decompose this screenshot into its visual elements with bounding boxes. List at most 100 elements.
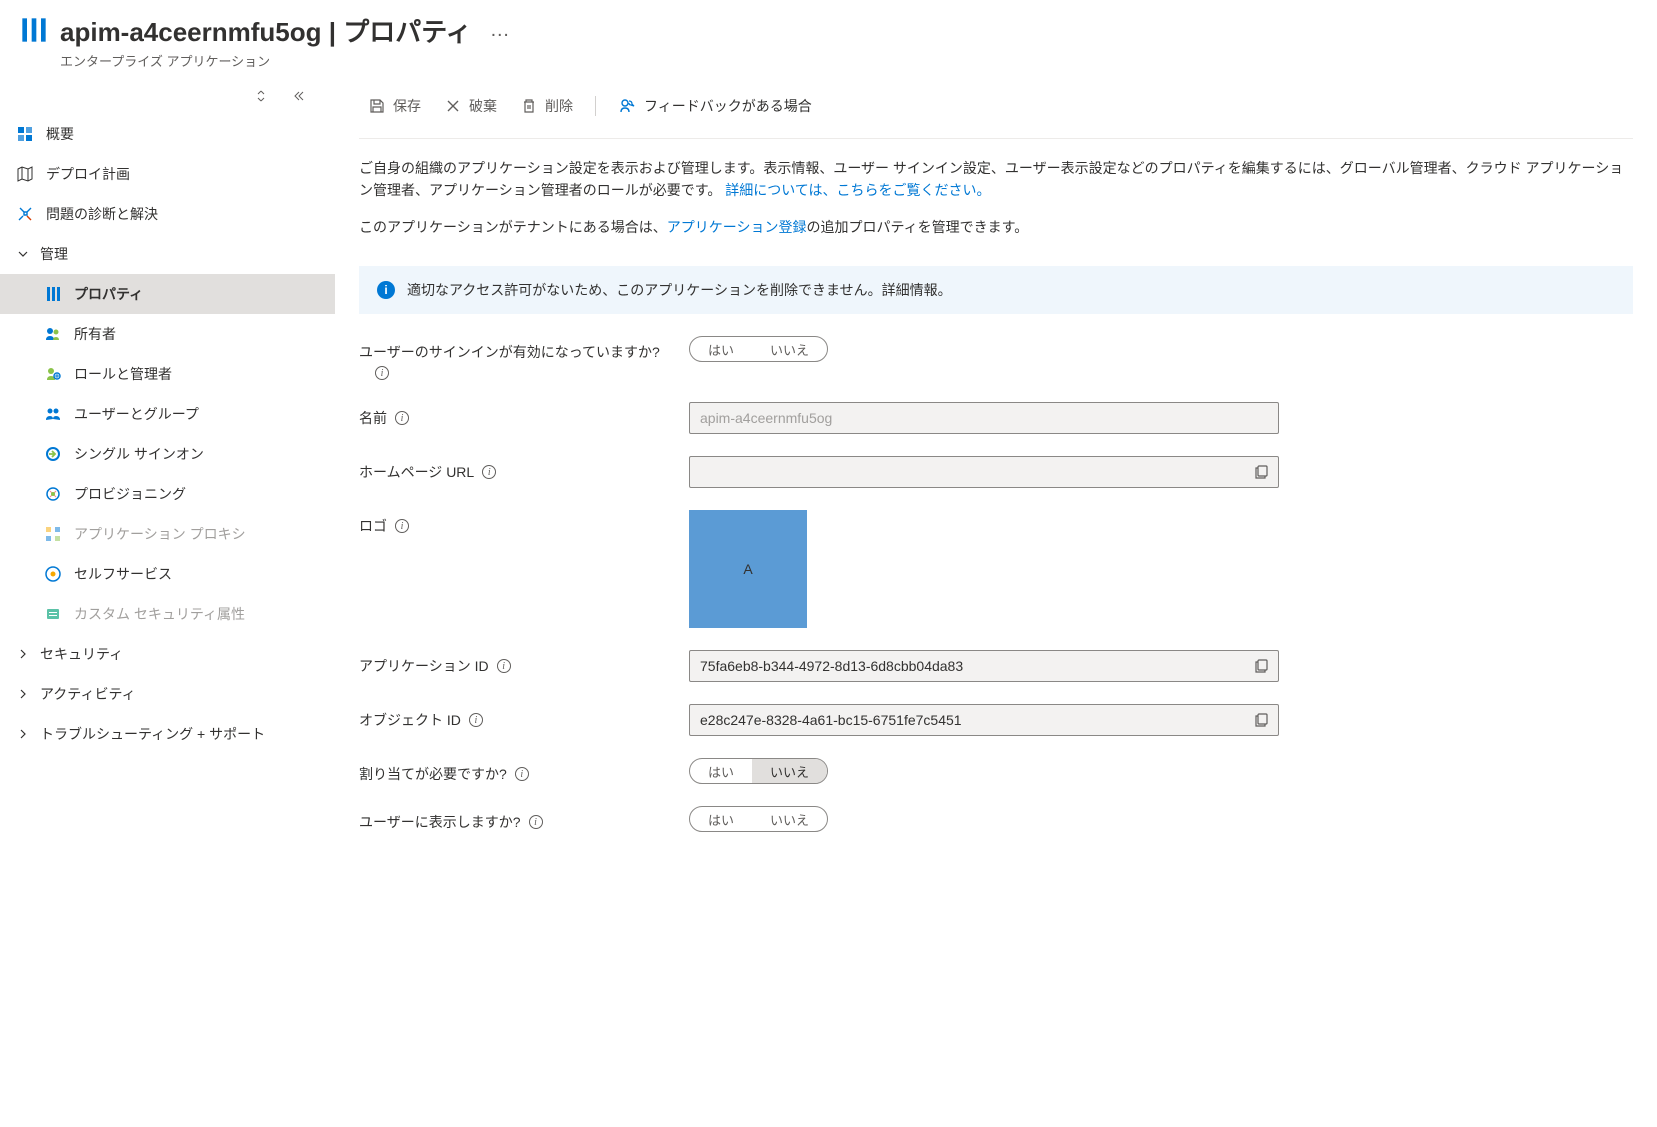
toggle-yes[interactable]: はい	[690, 807, 752, 831]
toolbar: 保存 破棄 削除	[359, 78, 1633, 139]
sidebar-item-label: デプロイ計画	[46, 164, 130, 184]
toggle-no[interactable]: いいえ	[752, 807, 827, 831]
description-text-2: このアプリケーションがテナントにある場合は、アプリケーション登録の追加プロパティ…	[359, 202, 1633, 238]
description-text: ご自身の組織のアプリケーション設定を表示および管理します。表示情報、ユーザー サ…	[359, 139, 1633, 202]
discard-button[interactable]: 破棄	[435, 90, 507, 122]
chevron-down-icon	[16, 249, 30, 259]
main-content: 保存 破棄 削除	[335, 78, 1657, 1127]
close-icon	[445, 98, 461, 114]
logo-preview[interactable]: A	[689, 510, 807, 628]
save-button[interactable]: 保存	[359, 90, 431, 122]
sidebar-item-label: ロールと管理者	[74, 364, 172, 384]
row-visible-to-users: ユーザーに表示しますか? i はい いいえ	[359, 806, 1633, 832]
trash-icon	[521, 98, 537, 114]
label-assignment: 割り当てが必要ですか?	[359, 764, 507, 784]
sidebar-item-label: セルフサービス	[74, 564, 172, 584]
label-homepage: ホームページ URL	[359, 462, 474, 482]
app-id-input[interactable]	[689, 650, 1279, 682]
sidebar-item-label: 概要	[46, 124, 74, 144]
roles-icon	[44, 365, 62, 383]
sidebar-item-sso[interactable]: シングル サインオン	[0, 434, 335, 474]
info-icon[interactable]: i	[395, 519, 409, 533]
provisioning-icon	[44, 485, 62, 503]
sidebar-group-label: トラブルシューティング + サポート	[40, 724, 265, 744]
more-actions-button[interactable]: …	[484, 19, 516, 42]
delete-button[interactable]: 削除	[511, 90, 583, 122]
signin-toggle: はい いいえ	[689, 336, 828, 362]
sidebar-item-users-groups[interactable]: ユーザーとグループ	[0, 394, 335, 434]
properties-icon	[44, 285, 62, 303]
app-proxy-icon	[44, 525, 62, 543]
sidebar-group-label: セキュリティ	[40, 644, 123, 664]
sidebar-group-activity[interactable]: アクティビティ	[0, 674, 335, 714]
row-app-id: アプリケーション ID i	[359, 650, 1633, 682]
sidebar-group-security[interactable]: セキュリティ	[0, 634, 335, 674]
sidebar-item-properties[interactable]: プロパティ	[0, 274, 335, 314]
sidebar-item-diagnose[interactable]: 問題の診断と解決	[0, 194, 335, 234]
copy-button[interactable]	[1249, 707, 1275, 733]
sidebar-group-label: 管理	[40, 244, 68, 264]
row-assignment-required: 割り当てが必要ですか? i はい いいえ	[359, 758, 1633, 784]
info-icon[interactable]: i	[515, 767, 529, 781]
page-title: apim-a4ceernmfu5og | プロパティ	[60, 12, 472, 49]
overview-icon	[16, 125, 34, 143]
homepage-input[interactable]	[689, 456, 1279, 488]
sidebar-group-manage[interactable]: 管理	[0, 234, 335, 274]
sort-icon[interactable]	[255, 90, 267, 102]
info-icon[interactable]: i	[375, 366, 389, 380]
toolbar-divider	[595, 96, 596, 116]
toggle-no[interactable]: いいえ	[752, 337, 827, 361]
sso-icon	[44, 445, 62, 463]
page-subtitle: エンタープライズ アプリケーション	[60, 51, 516, 70]
info-icon: i	[377, 281, 395, 299]
copy-button[interactable]	[1249, 653, 1275, 679]
sidebar-item-owners[interactable]: 所有者	[0, 314, 335, 354]
toggle-yes[interactable]: はい	[690, 337, 752, 361]
label-object-id: オブジェクト ID	[359, 710, 461, 730]
feedback-icon	[618, 97, 636, 115]
sidebar-item-deploy-plan[interactable]: デプロイ計画	[0, 154, 335, 194]
info-icon[interactable]: i	[497, 659, 511, 673]
toggle-no[interactable]: いいえ	[752, 759, 827, 783]
sidebar-group-troubleshoot[interactable]: トラブルシューティング + サポート	[0, 714, 335, 754]
row-name: 名前 i	[359, 402, 1633, 434]
app-registration-link[interactable]: アプリケーション登録	[667, 219, 807, 235]
banner-text: 適切なアクセス許可がないため、このアプリケーションを削除できません。詳細情報。	[407, 280, 952, 300]
properties-form: ユーザーのサインインが有効になっていますか? i はい いいえ 名前	[359, 336, 1633, 832]
info-banner: i 適切なアクセス許可がないため、このアプリケーションを削除できません。詳細情報…	[359, 266, 1633, 314]
feedback-button[interactable]: フィードバックがある場合	[608, 90, 822, 122]
sidebar-item-custom-security: カスタム セキュリティ属性	[0, 594, 335, 634]
sidebar-item-label: カスタム セキュリティ属性	[74, 604, 245, 624]
sidebar-item-label: プロパティ	[74, 284, 143, 304]
diagnose-icon	[16, 205, 34, 223]
sidebar-item-roles-admins[interactable]: ロールと管理者	[0, 354, 335, 394]
sidebar-item-overview[interactable]: 概要	[0, 114, 335, 154]
info-icon[interactable]: i	[469, 713, 483, 727]
app-icon	[20, 16, 48, 44]
toggle-yes[interactable]: はい	[690, 759, 752, 783]
sidebar-item-self-service[interactable]: セルフサービス	[0, 554, 335, 594]
sidebar-item-app-proxy: アプリケーション プロキシ	[0, 514, 335, 554]
object-id-input[interactable]	[689, 704, 1279, 736]
sidebar: 概要 デプロイ計画 問題の診断と解決 管理	[0, 78, 335, 1127]
name-input[interactable]	[689, 402, 1279, 434]
row-logo: ロゴ i A	[359, 510, 1633, 628]
sidebar-item-label: シングル サインオン	[74, 444, 204, 464]
self-service-icon	[44, 565, 62, 583]
collapse-icon[interactable]	[291, 90, 305, 102]
info-icon[interactable]: i	[529, 815, 543, 829]
map-icon	[16, 165, 34, 183]
learn-more-link[interactable]: 詳細については、こちらをご覧ください。	[725, 182, 990, 198]
info-icon[interactable]: i	[482, 465, 496, 479]
copy-button[interactable]	[1249, 459, 1275, 485]
sidebar-item-label: アプリケーション プロキシ	[74, 524, 246, 544]
info-icon[interactable]: i	[395, 411, 409, 425]
custom-sec-icon	[44, 605, 62, 623]
chevron-right-icon	[16, 689, 30, 699]
page-header: apim-a4ceernmfu5og | プロパティ … エンタープライズ アプ…	[0, 0, 1657, 78]
sidebar-item-provisioning[interactable]: プロビジョニング	[0, 474, 335, 514]
users-groups-icon	[44, 405, 62, 423]
row-homepage: ホームページ URL i	[359, 456, 1633, 488]
label-visible: ユーザーに表示しますか?	[359, 812, 521, 832]
assignment-toggle: はい いいえ	[689, 758, 828, 784]
